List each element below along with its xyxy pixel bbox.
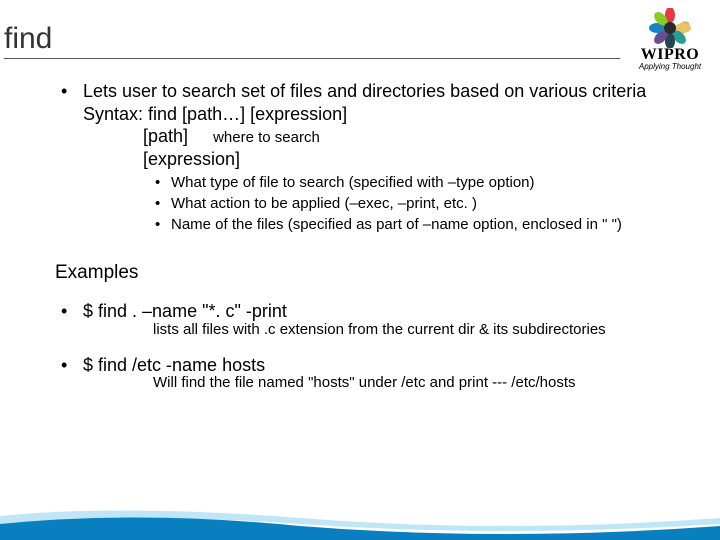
examples-list-2: $ find /etc -name hosts Will find the fi… <box>55 354 710 393</box>
example-cmd: $ find . –name "*. c" -print <box>83 300 710 323</box>
example-item: $ find . –name "*. c" -print lists all f… <box>55 300 710 339</box>
examples-list: $ find . –name "*. c" -print lists all f… <box>55 300 710 339</box>
footer-swoosh-icon <box>0 504 720 540</box>
title-block: find <box>4 22 620 59</box>
expr-item: Name of the files (specified as part of … <box>153 216 710 235</box>
title-rule <box>4 58 620 59</box>
syntax-line: Syntax: find [path…] [expression] <box>83 103 710 126</box>
slide: find WIPRO Applying Thought <box>0 0 720 540</box>
spacer <box>55 344 710 354</box>
intro-item: Lets user to search set of files and dir… <box>55 80 710 235</box>
expr-item: What type of file to search (specified w… <box>153 174 710 193</box>
expr-item: What action to be applied (–exec, –print… <box>153 195 710 214</box>
example-desc: Will find the file named "hosts" under /… <box>83 374 710 393</box>
examples-heading: Examples <box>55 261 710 285</box>
slide-body: Lets user to search set of files and dir… <box>55 80 710 397</box>
example-cmd: $ find /etc -name hosts <box>83 354 710 377</box>
example-desc: lists all files with .c extension from t… <box>83 321 710 340</box>
sunflower-icon <box>645 8 695 48</box>
main-list: Lets user to search set of files and dir… <box>55 80 710 235</box>
slide-title: find <box>4 22 620 56</box>
expression-sublist: What type of file to search (specified w… <box>153 174 710 234</box>
intro-text: Lets user to search set of files and dir… <box>83 80 710 103</box>
path-note: where to search <box>213 129 320 146</box>
logo-tagline: Applying Thought <box>630 62 710 71</box>
wipro-logo: WIPRO Applying Thought <box>630 8 710 71</box>
example-item: $ find /etc -name hosts Will find the fi… <box>55 354 710 393</box>
path-label: [path] <box>143 126 188 146</box>
expr-label: [expression] <box>83 148 710 171</box>
path-line: [path] where to search <box>83 125 710 148</box>
